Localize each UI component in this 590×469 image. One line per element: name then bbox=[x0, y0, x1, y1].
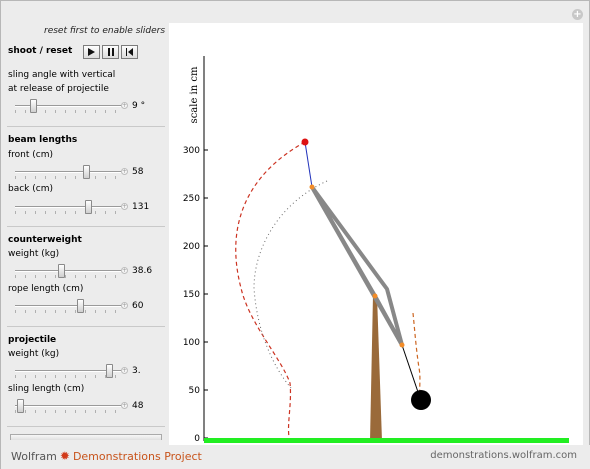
reset-hint: reset first to enable sliders bbox=[44, 26, 166, 36]
sling-tip-path bbox=[253, 180, 328, 389]
divider bbox=[7, 226, 165, 227]
slider-thumb[interactable] bbox=[85, 200, 92, 214]
proj-weight-slider[interactable] bbox=[15, 364, 121, 378]
site-link[interactable]: demonstrations.wolfram.com bbox=[430, 450, 577, 461]
rope-length-plus-icon[interactable]: + bbox=[121, 302, 128, 309]
partial-button[interactable] bbox=[10, 434, 162, 440]
slider-thumb[interactable] bbox=[106, 364, 113, 378]
cw-weight-label: weight (kg) bbox=[8, 249, 60, 259]
projectile-title: projectile bbox=[8, 335, 57, 345]
plot-svg: scale in cm 0 50 100 150 200 250 300 bbox=[183, 56, 569, 444]
control-panel: reset first to enable sliders shoot / re… bbox=[4, 23, 167, 440]
beam-diagonal bbox=[310, 186, 404, 346]
axle-pivot bbox=[372, 293, 378, 299]
step-back-icon bbox=[126, 48, 133, 56]
sling-angle-label-1: sling angle with vertical bbox=[8, 70, 116, 80]
sling-length-plus-icon[interactable]: + bbox=[121, 402, 128, 409]
front-value: 58 bbox=[132, 167, 144, 177]
rope-length-value: 60 bbox=[132, 301, 144, 311]
slider-thumb[interactable] bbox=[77, 299, 84, 313]
demonstration-frame: + reset first to enable sliders shoot / … bbox=[0, 0, 590, 469]
divider bbox=[7, 426, 165, 427]
step-back-button[interactable] bbox=[121, 45, 138, 59]
y-tick-label: 300 bbox=[183, 146, 200, 156]
slider-thumb[interactable] bbox=[83, 165, 90, 179]
spikey-icon: ✹ bbox=[59, 449, 70, 463]
sling-angle-value: 9 ° bbox=[132, 101, 146, 111]
trebuchet-tower bbox=[370, 295, 382, 441]
rope-length-label: rope length (cm) bbox=[8, 284, 84, 294]
brand-demonstrations: Demonstrations Project bbox=[72, 449, 202, 463]
play-button[interactable] bbox=[83, 45, 100, 59]
back-plus-icon[interactable]: + bbox=[121, 203, 128, 210]
footer: Wolfram ✹ Demonstrations Project demonst… bbox=[1, 445, 590, 469]
front-plus-icon[interactable]: + bbox=[121, 168, 128, 175]
counterweight-title: counterweight bbox=[8, 235, 82, 245]
shoot-reset-label: shoot / reset bbox=[8, 46, 73, 56]
y-tick-label: 50 bbox=[189, 386, 201, 396]
front-label: front (cm) bbox=[8, 150, 54, 160]
front-slider[interactable] bbox=[15, 165, 121, 179]
beam-tip-pivot bbox=[309, 184, 315, 190]
cw-weight-plus-icon[interactable]: + bbox=[121, 267, 128, 274]
sling-length-value: 48 bbox=[132, 401, 144, 411]
sling-angle-plus-icon[interactable]: + bbox=[121, 102, 128, 109]
cw-weight-slider[interactable] bbox=[15, 264, 121, 278]
beam-lengths-title: beam lengths bbox=[8, 135, 78, 145]
projectile-trajectory bbox=[235, 141, 306, 438]
sling-line bbox=[304, 141, 313, 188]
brand[interactable]: Wolfram ✹ Demonstrations Project bbox=[11, 449, 202, 463]
sling-angle-label-2: at release of projectile bbox=[8, 84, 109, 94]
back-value: 131 bbox=[132, 202, 150, 212]
slider-thumb[interactable] bbox=[58, 264, 65, 278]
proj-weight-value: 3. bbox=[132, 366, 141, 376]
counterweight-rope bbox=[401, 344, 420, 396]
counterweight-mass bbox=[411, 390, 431, 410]
back-slider[interactable] bbox=[15, 200, 121, 214]
trebuchet-plot: scale in cm 0 50 100 150 200 250 300 bbox=[169, 23, 583, 445]
sling-angle-slider[interactable] bbox=[15, 99, 121, 113]
y-tick-label: 100 bbox=[183, 338, 200, 348]
expand-plus-icon[interactable]: + bbox=[572, 9, 583, 20]
divider bbox=[7, 126, 165, 127]
pause-button[interactable] bbox=[102, 45, 119, 59]
projectile bbox=[301, 138, 309, 146]
y-axis-label: scale in cm bbox=[189, 66, 200, 123]
pause-icon bbox=[107, 48, 114, 56]
proj-weight-plus-icon[interactable]: + bbox=[121, 367, 128, 374]
sling-length-slider[interactable] bbox=[15, 399, 121, 413]
proj-weight-label: weight (kg) bbox=[8, 349, 60, 359]
rope-length-slider[interactable] bbox=[15, 299, 121, 313]
play-icon bbox=[88, 48, 95, 56]
y-tick-label: 150 bbox=[183, 290, 200, 300]
brand-wolfram: Wolfram bbox=[11, 449, 57, 463]
y-tick-label: 0 bbox=[194, 434, 200, 444]
counterweight-path bbox=[412, 312, 421, 396]
slider-thumb[interactable] bbox=[17, 399, 24, 413]
cw-weight-value: 38.6 bbox=[132, 266, 153, 276]
ground bbox=[204, 438, 569, 443]
y-tick-label: 200 bbox=[183, 242, 200, 252]
slider-thumb[interactable] bbox=[30, 99, 37, 113]
y-tick-label: 250 bbox=[183, 194, 200, 204]
cw-pivot bbox=[399, 342, 405, 348]
back-label: back (cm) bbox=[8, 184, 53, 194]
divider bbox=[7, 326, 165, 327]
sling-length-label: sling length (cm) bbox=[8, 384, 85, 394]
